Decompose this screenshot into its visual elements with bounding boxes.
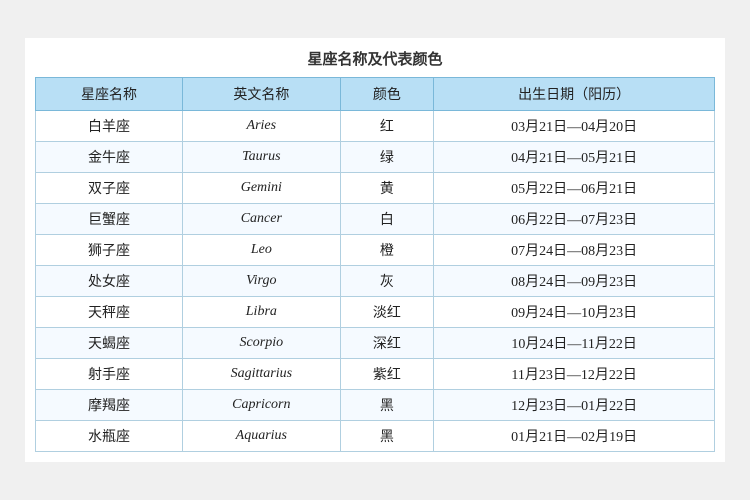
cell-color: 灰 <box>340 266 434 297</box>
table-row: 双子座Gemini黄05月22日—06月21日 <box>36 173 715 204</box>
cell-chinese: 白羊座 <box>36 111 183 142</box>
cell-chinese: 射手座 <box>36 359 183 390</box>
cell-date: 09月24日—10月23日 <box>434 297 715 328</box>
table-row: 处女座Virgo灰08月24日—09月23日 <box>36 266 715 297</box>
col-header-color: 颜色 <box>340 78 434 111</box>
cell-chinese: 天蝎座 <box>36 328 183 359</box>
cell-english: Virgo <box>183 266 341 297</box>
cell-english: Cancer <box>183 204 341 235</box>
table-row: 天蝎座Scorpio深红10月24日—11月22日 <box>36 328 715 359</box>
table-row: 摩羯座Capricorn黑12月23日—01月22日 <box>36 390 715 421</box>
cell-color: 黑 <box>340 421 434 452</box>
cell-english: Taurus <box>183 142 341 173</box>
cell-date: 06月22日—07月23日 <box>434 204 715 235</box>
table-row: 水瓶座Aquarius黑01月21日—02月19日 <box>36 421 715 452</box>
col-header-date: 出生日期（阳历） <box>434 78 715 111</box>
cell-date: 07月24日—08月23日 <box>434 235 715 266</box>
cell-color: 淡红 <box>340 297 434 328</box>
cell-color: 橙 <box>340 235 434 266</box>
table-row: 狮子座Leo橙07月24日—08月23日 <box>36 235 715 266</box>
cell-color: 白 <box>340 204 434 235</box>
col-header-chinese: 星座名称 <box>36 78 183 111</box>
cell-color: 黄 <box>340 173 434 204</box>
cell-date: 05月22日—06月21日 <box>434 173 715 204</box>
table-row: 天秤座Libra淡红09月24日—10月23日 <box>36 297 715 328</box>
cell-date: 12月23日—01月22日 <box>434 390 715 421</box>
cell-color: 绿 <box>340 142 434 173</box>
cell-color: 红 <box>340 111 434 142</box>
cell-date: 03月21日—04月20日 <box>434 111 715 142</box>
cell-chinese: 天秤座 <box>36 297 183 328</box>
cell-chinese: 水瓶座 <box>36 421 183 452</box>
cell-chinese: 狮子座 <box>36 235 183 266</box>
cell-date: 01月21日—02月19日 <box>434 421 715 452</box>
cell-chinese: 摩羯座 <box>36 390 183 421</box>
cell-color: 紫红 <box>340 359 434 390</box>
main-container: 星座名称及代表颜色 星座名称 英文名称 颜色 出生日期（阳历） 白羊座Aries… <box>25 38 725 462</box>
cell-english: Capricorn <box>183 390 341 421</box>
zodiac-table: 星座名称 英文名称 颜色 出生日期（阳历） 白羊座Aries红03月21日—04… <box>35 77 715 452</box>
cell-date: 10月24日—11月22日 <box>434 328 715 359</box>
cell-chinese: 金牛座 <box>36 142 183 173</box>
cell-english: Leo <box>183 235 341 266</box>
table-row: 白羊座Aries红03月21日—04月20日 <box>36 111 715 142</box>
cell-color: 黑 <box>340 390 434 421</box>
cell-chinese: 双子座 <box>36 173 183 204</box>
cell-date: 11月23日—12月22日 <box>434 359 715 390</box>
cell-chinese: 巨蟹座 <box>36 204 183 235</box>
cell-english: Scorpio <box>183 328 341 359</box>
cell-color: 深红 <box>340 328 434 359</box>
table-row: 巨蟹座Cancer白06月22日—07月23日 <box>36 204 715 235</box>
cell-english: Gemini <box>183 173 341 204</box>
cell-date: 04月21日—05月21日 <box>434 142 715 173</box>
cell-english: Sagittarius <box>183 359 341 390</box>
col-header-english: 英文名称 <box>183 78 341 111</box>
table-header-row: 星座名称 英文名称 颜色 出生日期（阳历） <box>36 78 715 111</box>
page-title: 星座名称及代表颜色 <box>35 48 715 69</box>
cell-chinese: 处女座 <box>36 266 183 297</box>
table-row: 射手座Sagittarius紫红11月23日—12月22日 <box>36 359 715 390</box>
cell-english: Aquarius <box>183 421 341 452</box>
cell-english: Aries <box>183 111 341 142</box>
cell-date: 08月24日—09月23日 <box>434 266 715 297</box>
cell-english: Libra <box>183 297 341 328</box>
table-row: 金牛座Taurus绿04月21日—05月21日 <box>36 142 715 173</box>
